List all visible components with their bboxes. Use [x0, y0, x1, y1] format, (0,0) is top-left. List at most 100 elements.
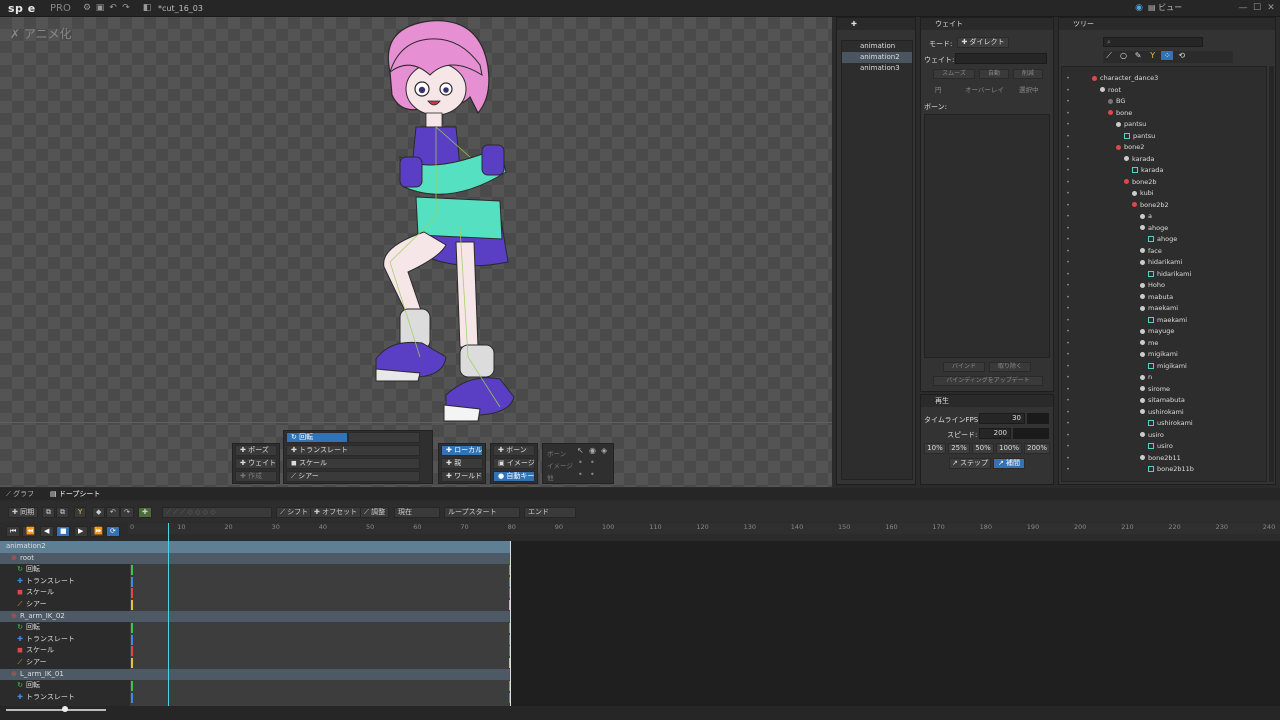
tree-node[interactable]: • ahoge	[1062, 234, 1266, 246]
loop-button[interactable]: ⟳	[106, 526, 120, 537]
animation-track-row[interactable]: animation2	[0, 541, 510, 553]
tree-node[interactable]: • BG	[1062, 96, 1266, 108]
keyframe[interactable]	[131, 646, 133, 657]
visibility-dot[interactable]: •	[1066, 85, 1070, 97]
visibility-dot[interactable]: •	[1066, 96, 1070, 108]
bone-track-row[interactable]: ⊕ L_arm_IK_01	[0, 668, 510, 681]
sync-button[interactable]: ✚ 同期	[8, 507, 39, 518]
visibility-dot[interactable]: •	[1066, 464, 1070, 476]
direct-mode-button[interactable]: ✚ ダイレクト	[957, 37, 1009, 48]
character-artwork[interactable]	[360, 17, 540, 427]
visibility-dot[interactable]: •	[1066, 211, 1070, 223]
next-key-button[interactable]: ⏩	[90, 526, 104, 537]
translate-button[interactable]: ✚ トランスレート	[286, 445, 420, 456]
property-track-row[interactable]: ◼ スケール	[0, 587, 130, 599]
bones-list[interactable]	[924, 114, 1050, 358]
visibility-dot[interactable]: •	[1066, 257, 1070, 269]
undo-icon[interactable]: ↶	[108, 3, 118, 13]
speed-preset-10[interactable]: 10%	[924, 443, 946, 454]
speed-preset-200[interactable]: 200%	[1024, 443, 1050, 454]
visibility-dot[interactable]: •	[1066, 223, 1070, 235]
scale-button[interactable]: ◼ スケール	[286, 458, 420, 469]
property-track-row[interactable]: ↻ 回転	[0, 564, 130, 576]
property-track-row[interactable]: ✚ トランスレート	[0, 692, 130, 704]
tree-node[interactable]: • usiro	[1062, 441, 1266, 453]
local-axis-button[interactable]: ✚ ローカル	[441, 445, 483, 456]
property-track-row[interactable]: ✚ トランスレート	[0, 576, 130, 588]
world-axis-button[interactable]: ✚ ワールド	[441, 471, 483, 482]
animation-item[interactable]: animation3	[842, 63, 912, 74]
tree-node[interactable]: • ushirokami	[1062, 407, 1266, 419]
play-reverse-button[interactable]: ◀	[40, 526, 54, 537]
visibility-dot[interactable]: •	[1066, 280, 1070, 292]
prune-button[interactable]: 削減	[1013, 69, 1043, 79]
keyframe[interactable]	[131, 658, 133, 668]
tree-node[interactable]: • Hoho	[1062, 280, 1266, 292]
current-frame-field[interactable]: 現在	[394, 507, 440, 518]
animation-item-selected[interactable]: animation2	[842, 52, 912, 63]
remove-button[interactable]: 取り除く	[989, 362, 1031, 372]
visibility-dot[interactable]: •	[1066, 200, 1070, 212]
maximize-icon[interactable]: ☐	[1252, 3, 1262, 13]
tree-node[interactable]: • ahoge	[1062, 223, 1266, 235]
property-track-row[interactable]: ↻ 回転	[0, 680, 130, 692]
compensate-dot[interactable]: •	[590, 458, 595, 467]
curve-tools-group[interactable]: ⟋ ⟋ ⟋ ◇ ◇ ◇ ◇	[162, 507, 272, 518]
bone-option-button[interactable]: ✚ ボーン	[493, 445, 535, 456]
animation-item[interactable]: animation	[842, 41, 912, 52]
play-button[interactable]: ▶	[74, 526, 88, 537]
fps-slider[interactable]	[1027, 413, 1049, 424]
property-track-row[interactable]: ↻ 回転	[0, 622, 130, 634]
visibility-dot[interactable]: •	[1066, 73, 1070, 85]
keyframe[interactable]	[131, 681, 133, 692]
paste-button[interactable]: ⧉	[56, 507, 69, 518]
prev-key-button[interactable]: ⏪	[22, 526, 36, 537]
playhead[interactable]	[167, 523, 169, 708]
tree-node[interactable]: • n	[1062, 372, 1266, 384]
speed-preset-50[interactable]: 50%	[972, 443, 994, 454]
property-track-row[interactable]: ⟋ シアー	[0, 657, 130, 669]
pose-button[interactable]: ✚ ポーズ	[235, 445, 277, 456]
visibility-dot[interactable]: •	[1066, 338, 1070, 350]
tree-node[interactable]: • kubi	[1062, 188, 1266, 200]
view-menu[interactable]: ▤ ビュー	[1148, 2, 1182, 13]
tab-dopesheet[interactable]: ▤ ドープシート	[50, 489, 100, 499]
compensate-dot[interactable]: •	[578, 470, 583, 479]
keyframe[interactable]	[131, 576, 133, 587]
tree-node[interactable]: • sitamabuta	[1062, 395, 1266, 407]
visibility-dot[interactable]: •	[1066, 384, 1070, 396]
visibility-dot[interactable]: •	[1066, 441, 1070, 453]
viewport[interactable]: ✗ アニメ化	[0, 17, 832, 487]
attachment-filter-icon[interactable]: ✎	[1132, 51, 1144, 60]
tree-node[interactable]: • sirome	[1062, 384, 1266, 396]
visibility-dot[interactable]: •	[1066, 430, 1070, 442]
speed-preset-25[interactable]: 25%	[948, 443, 970, 454]
selection-filter-icon[interactable]: ⁘	[1161, 51, 1174, 60]
adjust-button[interactable]: ⟋ 調整	[360, 507, 390, 518]
tree-node[interactable]: • me	[1062, 338, 1266, 350]
bone-filter-icon[interactable]: ⟋	[1103, 51, 1115, 61]
visibility-dot[interactable]: •	[1066, 326, 1070, 338]
tree-node[interactable]: • bone	[1062, 108, 1266, 120]
visibility-dot[interactable]: •	[1066, 349, 1070, 361]
create-button[interactable]: ✚ 作成	[235, 471, 277, 482]
visibility-dot[interactable]: •	[1066, 361, 1070, 373]
speed-field[interactable]: 200	[979, 428, 1011, 439]
tree-node[interactable]: • migikami	[1062, 349, 1266, 361]
offset-button[interactable]: ✚ オフセット	[310, 507, 362, 518]
property-track-row[interactable]: ✚ トランスレート	[0, 634, 130, 646]
tree-node[interactable]: • pantsu	[1062, 119, 1266, 131]
settings-icon[interactable]: ⚙	[82, 3, 92, 13]
filter-button[interactable]: Y	[74, 507, 87, 518]
visibility-dot[interactable]: •	[1066, 407, 1070, 419]
keyframe[interactable]	[131, 623, 133, 634]
tree-node[interactable]: • bone2	[1062, 142, 1266, 154]
preview-icon[interactable]: ◉	[1134, 3, 1144, 13]
parent-axis-button[interactable]: ✚ 親	[441, 458, 483, 469]
tree-node[interactable]: • karada	[1062, 165, 1266, 177]
visibility-dot[interactable]: •	[1066, 234, 1070, 246]
tree-node[interactable]: • mayuge	[1062, 326, 1266, 338]
weight-button[interactable]: ✚ ウェイト	[235, 458, 277, 469]
visibility-dot[interactable]: •	[1066, 165, 1070, 177]
timeline-zoom-slider[interactable]	[6, 709, 106, 711]
